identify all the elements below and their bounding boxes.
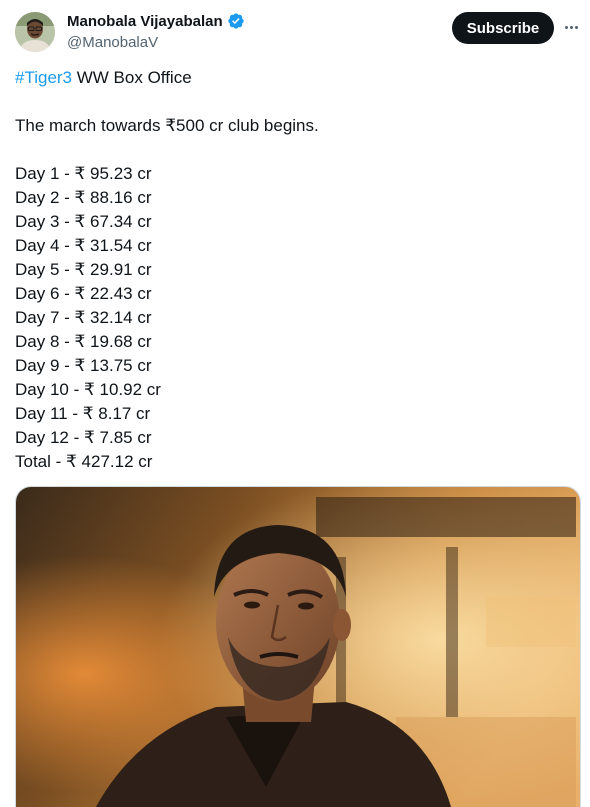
day-line: Day 8 - ₹ 19.68 cr <box>15 332 152 351</box>
poster-illustration <box>16 487 580 807</box>
subscribe-button[interactable]: Subscribe <box>452 12 554 44</box>
author-name-row: Manobala Vijayabalan <box>67 12 245 30</box>
total-line: Total - ₹ 427.12 cr <box>15 452 153 471</box>
day-line: Day 2 - ₹ 88.16 cr <box>15 188 152 207</box>
tagline: The march towards ₹500 cr club begins. <box>15 116 319 135</box>
more-icon[interactable] <box>560 16 582 38</box>
day-line: Day 7 - ₹ 32.14 cr <box>15 308 152 327</box>
day-line: Day 12 - ₹ 7.85 cr <box>15 428 152 447</box>
more-dot <box>574 25 578 29</box>
day-line: Day 4 - ₹ 31.54 cr <box>15 236 152 255</box>
headline-text: WW Box Office <box>72 68 192 87</box>
day-line: Day 10 - ₹ 10.92 cr <box>15 380 161 399</box>
headline: #Tiger3 WW Box Office <box>15 66 575 90</box>
day-line: Day 1 - ₹ 95.23 cr <box>15 164 152 183</box>
day-line: Day 6 - ₹ 22.43 cr <box>15 284 152 303</box>
author-handle[interactable]: @ManobalaV <box>67 34 158 51</box>
author-name[interactable]: Manobala Vijayabalan <box>67 13 223 30</box>
more-dot <box>564 25 568 29</box>
day-line: Day 9 - ₹ 13.75 cr <box>15 356 152 375</box>
avatar[interactable] <box>15 12 55 52</box>
day-line: Day 5 - ₹ 29.91 cr <box>15 260 152 279</box>
avatar-image <box>15 12 55 52</box>
more-dot <box>569 25 573 29</box>
media-image[interactable] <box>15 486 581 807</box>
tweet: Manobala Vijayabalan @ManobalaV Subscrib… <box>0 0 590 807</box>
verified-badge-icon[interactable] <box>227 12 245 30</box>
tweet-text: #Tiger3 WW Box Office The march towards … <box>15 66 575 474</box>
day-line: Day 11 - ₹ 8.17 cr <box>15 404 151 423</box>
day-line: Day 3 - ₹ 67.34 cr <box>15 212 152 231</box>
hashtag-link[interactable]: #Tiger3 <box>15 68 72 87</box>
